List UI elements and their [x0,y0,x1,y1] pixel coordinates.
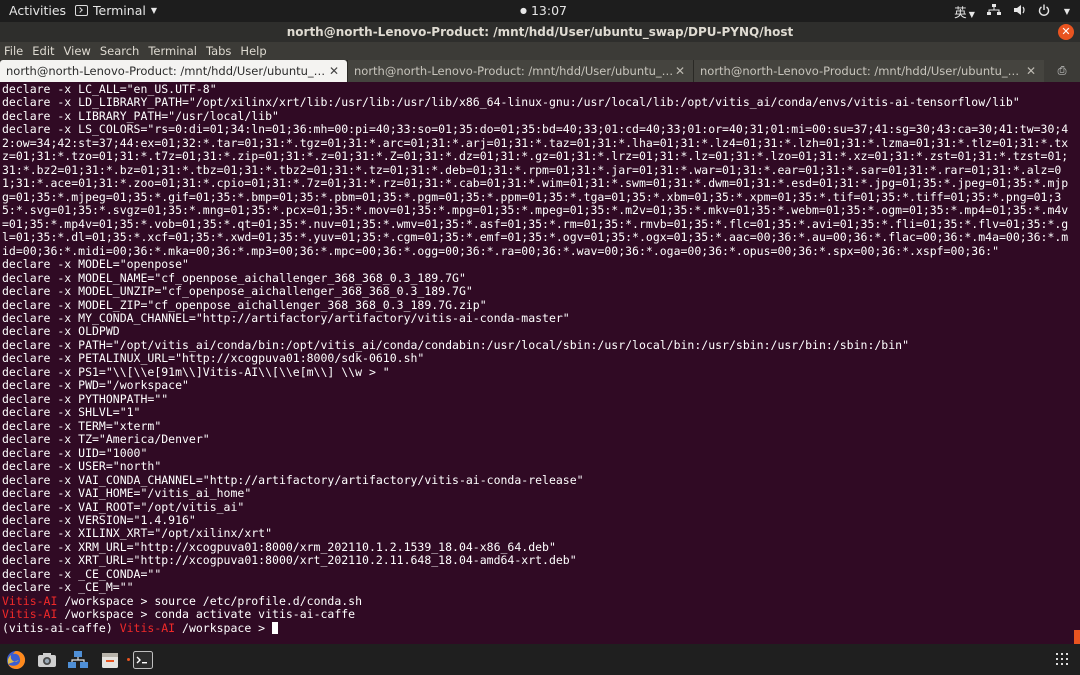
terminal-output[interactable]: declare -x LC_ALL="en_US.UTF-8" declare -… [0,82,1074,644]
terminal-line: declare -x LS_COLORS="rs=0:di=01;34:ln=0… [2,122,1069,258]
tab-close-icon[interactable]: ✕ [675,60,685,82]
clock[interactable]: ● 13:07 [520,3,567,18]
top-bar: Activities Terminal ▼ ● 13:07 英 ▼ ▼ [0,0,1080,22]
activities-button[interactable]: Activities [9,3,66,18]
app-menu-label: Terminal [93,3,146,18]
terminal-line: declare -x VERSION="1.4.916" [2,513,196,527]
tab-label: north@north-Lenovo-Product: /mnt/hdd/Use… [6,64,326,78]
tab-1[interactable]: north@north-Lenovo-Product: /mnt/hdd/Use… [0,60,347,82]
network-status-icon[interactable] [986,4,1001,19]
menu-file[interactable]: File [4,44,23,58]
tab-3[interactable]: north@north-Lenovo-Product: /mnt/hdd/Use… [693,60,1044,82]
prompt-line-1: Vitis-AI /workspace > source /etc/profil… [2,593,1074,608]
menu-terminal[interactable]: Terminal [148,44,197,58]
terminal-line: declare -x XRM_URL="http://xcogpuva01:80… [2,539,556,554]
notification-dot-icon: ● [520,6,527,15]
window-title: north@north-Lenovo-Product: /mnt/hdd/Use… [286,25,794,39]
tab-close-icon[interactable]: ✕ [1026,60,1036,82]
terminal-line: declare -x _CE_M="" [2,580,134,595]
prompt-host: Vitis-AI [119,620,176,635]
tab-label: north@north-Lenovo-Product: /mnt/hdd/Use… [700,64,1020,78]
menu-search[interactable]: Search [100,44,140,58]
terminal-line: declare -x OLDPWD [2,324,120,339]
terminal-line: declare -x XRT_URL="http://xcogpuva01:80… [2,553,577,568]
prompt-command: /workspace > source /etc/profile.d/conda… [57,593,363,608]
terminal-line: declare -x _CE_CONDA="" [2,566,162,581]
terminal-line: declare -x MODEL="openpose" [2,257,189,272]
screenshot-icon[interactable] [35,648,59,672]
terminal-icon[interactable] [127,648,155,672]
terminal-line: declare -x PS1="\\[\\e[91m\\]Vitis-AI\\[… [2,364,390,379]
menu-edit[interactable]: Edit [32,44,54,58]
network-icon[interactable] [66,648,90,672]
terminal-line: declare -x SHLVL="1" [2,405,141,420]
terminal-line: declare -x PATH="/opt/vitis_ai/conda/bin… [2,337,909,352]
terminal-line: declare -x MODEL_ZIP="cf_openpose_aichal… [2,297,487,312]
prompt-line-2: Vitis-AI /workspace > conda activate vit… [2,608,1074,621]
terminal-line: declare -x PYTHONPATH="" [2,391,169,406]
show-applications-icon[interactable] [1056,653,1068,665]
terminal-line: declare -x TERM="xterm" [2,418,162,433]
volume-icon[interactable] [1013,4,1026,19]
tab-bar: north@north-Lenovo-Product: /mnt/hdd/Use… [0,60,1080,82]
prompt-host: Vitis-AI [2,593,58,608]
terminal-line: declare -x PETALINUX_URL="http://xcogpuv… [2,351,425,366]
tab-2[interactable]: north@north-Lenovo-Product: /mnt/hdd/Use… [347,60,693,82]
scrollbar-thumb[interactable] [1074,630,1080,644]
menu-help[interactable]: Help [240,44,266,58]
terminal-line: declare -x UID="1000" [2,445,148,460]
prompt-line-3: (vitis-ai-caffe) Vitis-AI /workspace > [2,620,1074,635]
clock-time: 13:07 [530,3,568,18]
system-menu-chevron-icon[interactable]: ▼ [1064,7,1070,16]
firefox-icon[interactable] [4,648,28,672]
terminal-line: declare -x VAI_ROOT="/opt/vitis_ai" [2,499,245,514]
terminal-line: declare -x MODEL_NAME="cf_openpose_aicha… [2,270,466,285]
terminal-line: declare -x LD_LIBRARY_PATH="/opt/xilinx/… [2,95,1020,110]
tab-close-icon[interactable]: ✕ [329,60,339,82]
input-method-indicator[interactable]: 英 ▼ [954,2,975,21]
menu-view[interactable]: View [64,44,91,58]
tab-menu-button[interactable]: ⎙ [1044,60,1080,82]
tabs-menu-icon: ⎙ [1057,64,1067,77]
terminal-line: declare -x LIBRARY_PATH="/usr/local/lib" [2,108,279,123]
terminal-line: declare -x MODEL_UNZIP="cf_openpose_aich… [2,284,473,299]
terminal-line: declare -x VAI_HOME="/vitis_ai_home" [2,486,252,501]
text-cursor [272,621,279,634]
terminal-line: declare -x XILINX_XRT="/opt/xilinx/xrt" [2,526,273,541]
terminal-app-icon [75,5,88,16]
conda-env: (vitis-ai-caffe) [2,620,120,635]
close-window-button[interactable]: ✕ [1058,24,1074,40]
prompt-command: /workspace > conda activate vitis-ai-caf… [57,607,356,622]
menu-tabs[interactable]: Tabs [206,44,231,58]
terminal-line: declare -x LC_ALL="en_US.UTF-8" [2,82,217,96]
terminal-line: declare -x USER="north" [2,459,162,474]
files-icon[interactable] [98,648,122,672]
terminal-lines: declare -x LC_ALL="en_US.UTF-8" declare -… [2,82,1074,595]
dock [0,644,1080,675]
prompt-command: /workspace > [175,620,273,635]
terminal-line: declare -x VAI_CONDA_CHANNEL="http://art… [2,472,584,487]
tab-label: north@north-Lenovo-Product: /mnt/hdd/Use… [354,64,674,78]
power-icon[interactable] [1038,4,1050,19]
window-titlebar[interactable]: north@north-Lenovo-Product: /mnt/hdd/Use… [0,22,1080,42]
terminal-line: declare -x PWD="/workspace" [2,378,189,393]
system-tray[interactable]: 英 ▼ ▼ [954,2,1070,21]
chevron-down-icon: ▼ [150,6,157,15]
terminal-scrollbar[interactable] [1074,82,1080,644]
terminal-line: declare -x MY_CONDA_CHANNEL="http://arti… [2,310,570,325]
terminal-line: declare -x TZ="America/Denver" [2,432,210,447]
prompt-host: Vitis-AI [2,607,58,622]
app-menu[interactable]: Terminal ▼ [75,3,157,18]
menu-bar: File Edit View Search Terminal Tabs Help [0,42,1080,60]
